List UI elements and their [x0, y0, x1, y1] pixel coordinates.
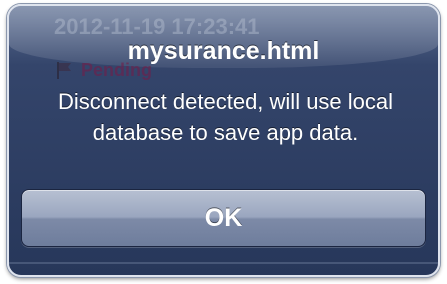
screen: 2012-11-19 17:23:41 Pending mysurance.ht… [0, 0, 447, 284]
alert-bottom-divider [9, 262, 438, 264]
alert-title: mysurance.html [127, 37, 320, 65]
ok-button[interactable]: OK [21, 189, 426, 247]
alert-dialog: 2012-11-19 17:23:41 Pending mysurance.ht… [7, 4, 440, 277]
ok-button-label: OK [204, 203, 243, 232]
alert-message: Disconnect detected, will use local data… [57, 89, 394, 145]
